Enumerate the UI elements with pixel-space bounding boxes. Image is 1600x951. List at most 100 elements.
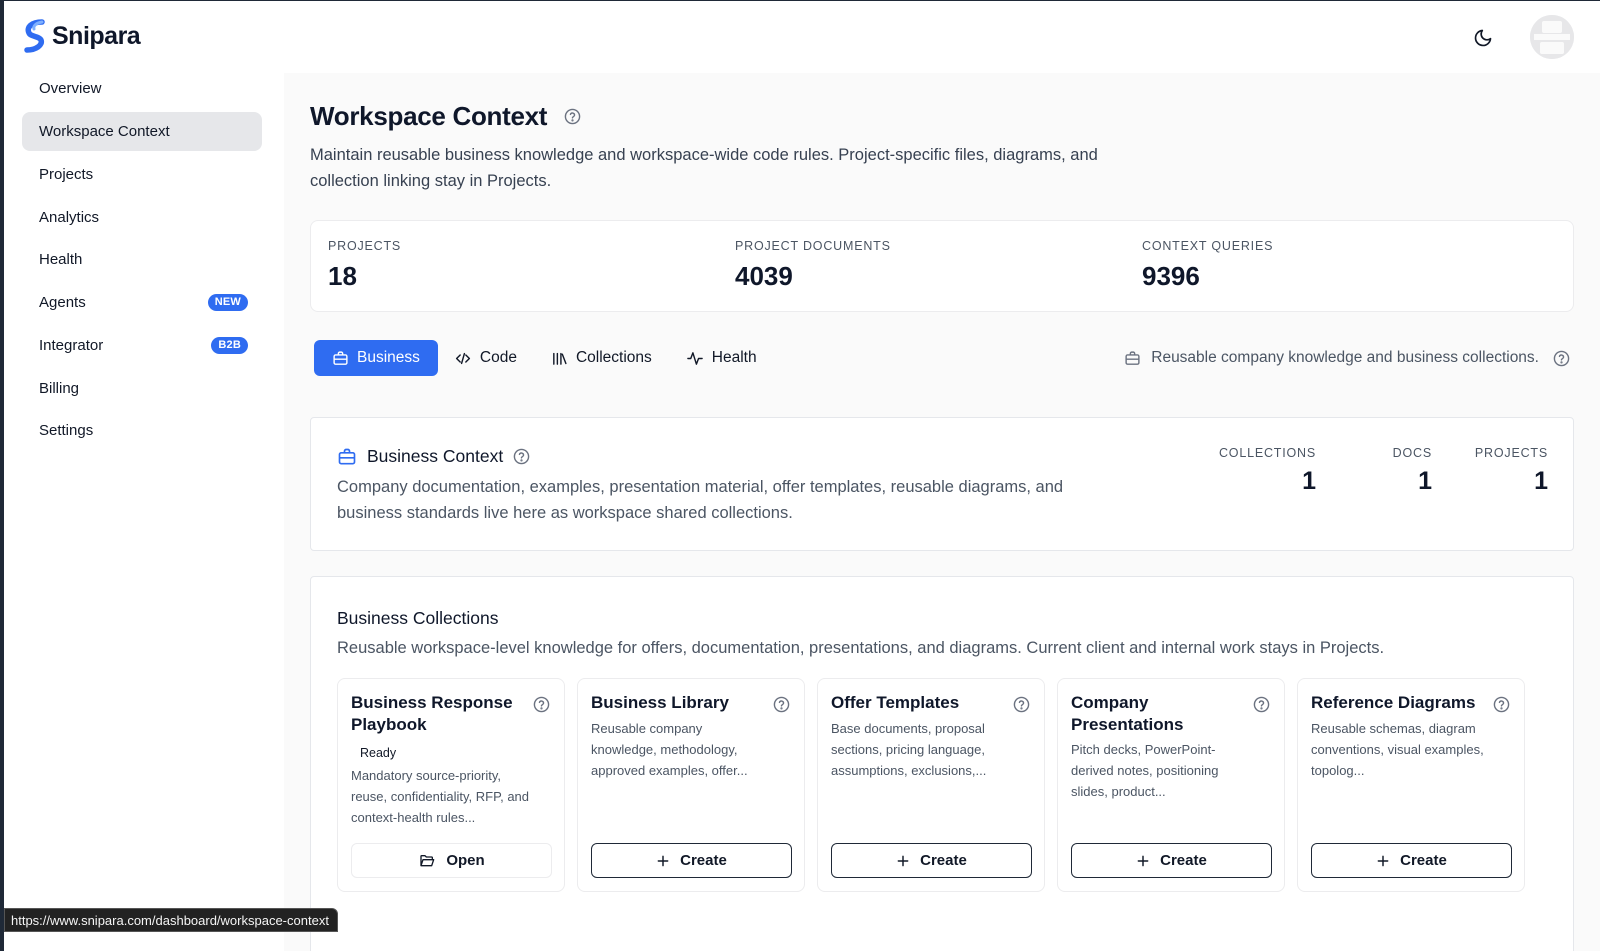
stat-project-documents: PROJECT DOCUMENTS 4039 bbox=[735, 239, 891, 292]
briefcase-icon bbox=[338, 448, 356, 464]
workspace-stats: PROJECTS 18 PROJECT DOCUMENTS 4039 CONTE… bbox=[310, 220, 1574, 312]
new-badge: NEW bbox=[207, 294, 248, 311]
briefcase-icon bbox=[1125, 350, 1140, 365]
logo[interactable]: Snipara bbox=[22, 19, 141, 53]
sidebar-item-label: Health bbox=[39, 251, 83, 268]
sidebar-item-label: Integrator bbox=[39, 337, 104, 354]
stat-label: PROJECT DOCUMENTS bbox=[735, 239, 891, 253]
help-icon[interactable] bbox=[773, 696, 790, 718]
stat-projects: PROJECTS 18 bbox=[328, 239, 401, 292]
sidebar-item-label: Overview bbox=[39, 80, 102, 97]
plus-icon bbox=[657, 855, 669, 866]
stat-value: 1 bbox=[1302, 467, 1316, 495]
sidebar-item-health[interactable]: Health bbox=[22, 240, 262, 279]
tab-code[interactable]: Code bbox=[444, 340, 535, 376]
help-icon[interactable] bbox=[1553, 350, 1570, 367]
stat-label: PROJECTS bbox=[328, 239, 402, 253]
button-label: Create bbox=[680, 852, 727, 869]
help-icon[interactable] bbox=[1253, 696, 1270, 718]
stat-label: CONTEXT QUERIES bbox=[1142, 239, 1274, 253]
app-name: Snipara bbox=[52, 21, 141, 50]
tab-hint: Reusable company knowledge and business … bbox=[1124, 349, 1570, 367]
create-button[interactable]: Create bbox=[1071, 843, 1272, 878]
card-title: Reference Diagrams bbox=[1311, 693, 1476, 712]
tab-label: Business bbox=[357, 349, 420, 366]
collection-card-business-library: Business Library Reusable company knowle… bbox=[577, 678, 805, 892]
card-title: Offer Templates bbox=[831, 693, 960, 712]
sidebar-item-overview[interactable]: Overview bbox=[22, 69, 262, 108]
bc-stat-collections: COLLECTIONS 1 bbox=[1219, 446, 1316, 496]
help-icon[interactable] bbox=[513, 448, 530, 465]
card-description: Pitch decks, PowerPoint-derived notes, p… bbox=[1071, 742, 1219, 799]
sidebar-item-agents[interactable]: Agents NEW bbox=[22, 283, 262, 322]
business-collections-description: Reusable workspace-level knowledge for o… bbox=[337, 639, 1385, 657]
stat-label: COLLECTIONS bbox=[1218, 446, 1316, 460]
card-description: Reusable schemas, diagram conventions, v… bbox=[1311, 721, 1484, 778]
snipara-logo-icon bbox=[24, 19, 45, 53]
sidebar-item-workspace-context[interactable]: Workspace Context bbox=[22, 112, 262, 151]
bc-stat-docs: DOCS 1 bbox=[1393, 446, 1432, 496]
help-icon[interactable] bbox=[1013, 696, 1030, 718]
plus-icon bbox=[1377, 855, 1389, 866]
create-button[interactable]: Create bbox=[591, 843, 792, 878]
help-icon[interactable] bbox=[533, 696, 550, 718]
plus-icon bbox=[1137, 855, 1149, 866]
sidebar-item-label: Workspace Context bbox=[39, 123, 170, 140]
button-label: Create bbox=[1400, 852, 1447, 869]
moon-icon bbox=[1474, 29, 1492, 47]
button-label: Create bbox=[920, 852, 967, 869]
activity-icon bbox=[686, 351, 703, 365]
button-label: Create bbox=[1160, 852, 1207, 869]
sidebar-item-projects[interactable]: Projects bbox=[22, 155, 262, 194]
help-icon[interactable] bbox=[1493, 696, 1510, 718]
business-context-title: Business Context bbox=[367, 446, 504, 466]
stat-value: 9396 bbox=[1142, 261, 1200, 291]
business-collections-panel: Business Collections Reusable workspace-… bbox=[310, 576, 1574, 951]
sidebar-item-settings[interactable]: Settings bbox=[22, 411, 262, 450]
main-content: Workspace Context Maintain reusable busi… bbox=[284, 73, 1600, 951]
stat-value: 18 bbox=[328, 261, 357, 291]
card-description: Reusable company knowledge, methodology,… bbox=[591, 721, 748, 778]
tab-hint-text: Reusable company knowledge and business … bbox=[1151, 349, 1539, 366]
stat-value: 1 bbox=[1418, 467, 1432, 495]
collection-card-offer-templates: Offer Templates Base documents, proposal… bbox=[817, 678, 1045, 892]
create-button[interactable]: Create bbox=[831, 843, 1032, 878]
stat-context-queries: CONTEXT QUERIES 9396 bbox=[1142, 239, 1273, 292]
business-context-header: Business Context bbox=[337, 446, 530, 467]
user-avatar-icon bbox=[1530, 15, 1574, 59]
status-badge: Ready bbox=[352, 743, 405, 763]
create-button[interactable]: Create bbox=[1311, 843, 1512, 878]
tab-collections[interactable]: Collections bbox=[541, 340, 670, 376]
briefcase-icon bbox=[333, 350, 348, 365]
collection-card-business-response-playbook: Business Response Playbook Ready Mandato… bbox=[337, 678, 565, 892]
page-title: Workspace Context bbox=[310, 101, 548, 131]
avatar[interactable] bbox=[1530, 15, 1574, 59]
folder-open-icon bbox=[420, 854, 435, 866]
context-tabs: Business Code Collections Health bbox=[314, 340, 775, 376]
sidebar-item-label: Analytics bbox=[39, 209, 100, 226]
open-button[interactable]: Open bbox=[351, 843, 552, 878]
bc-stat-projects: PROJECTS 1 bbox=[1475, 446, 1548, 496]
tab-label: Health bbox=[711, 349, 757, 366]
plus-icon bbox=[897, 855, 909, 866]
stat-label: PROJECTS bbox=[1474, 446, 1548, 460]
library-icon bbox=[553, 352, 567, 365]
sidebar-item-billing[interactable]: Billing bbox=[22, 369, 262, 408]
theme-toggle-button[interactable] bbox=[1470, 25, 1496, 51]
business-context-panel: Business Context Company documentation, … bbox=[310, 417, 1574, 551]
tab-label: Collections bbox=[575, 349, 652, 366]
stat-value: 1 bbox=[1534, 467, 1548, 495]
tab-business[interactable]: Business bbox=[314, 340, 438, 376]
business-context-description: Company documentation, examples, present… bbox=[337, 478, 1064, 522]
stat-value: 4039 bbox=[735, 261, 793, 291]
sidebar: Overview Workspace Context Projects Anal… bbox=[4, 73, 284, 951]
help-icon[interactable] bbox=[564, 108, 581, 130]
card-title: Business Response Playbook bbox=[351, 693, 513, 734]
business-collections-title: Business Collections bbox=[337, 608, 499, 628]
card-description: Mandatory source-priority, reuse, confid… bbox=[351, 768, 530, 825]
sidebar-item-label: Projects bbox=[39, 166, 94, 183]
sidebar-item-analytics[interactable]: Analytics bbox=[22, 198, 262, 237]
card-title: Business Library bbox=[591, 693, 729, 712]
tab-health[interactable]: Health bbox=[676, 340, 775, 376]
sidebar-item-integrator[interactable]: Integrator B2B bbox=[22, 326, 262, 365]
